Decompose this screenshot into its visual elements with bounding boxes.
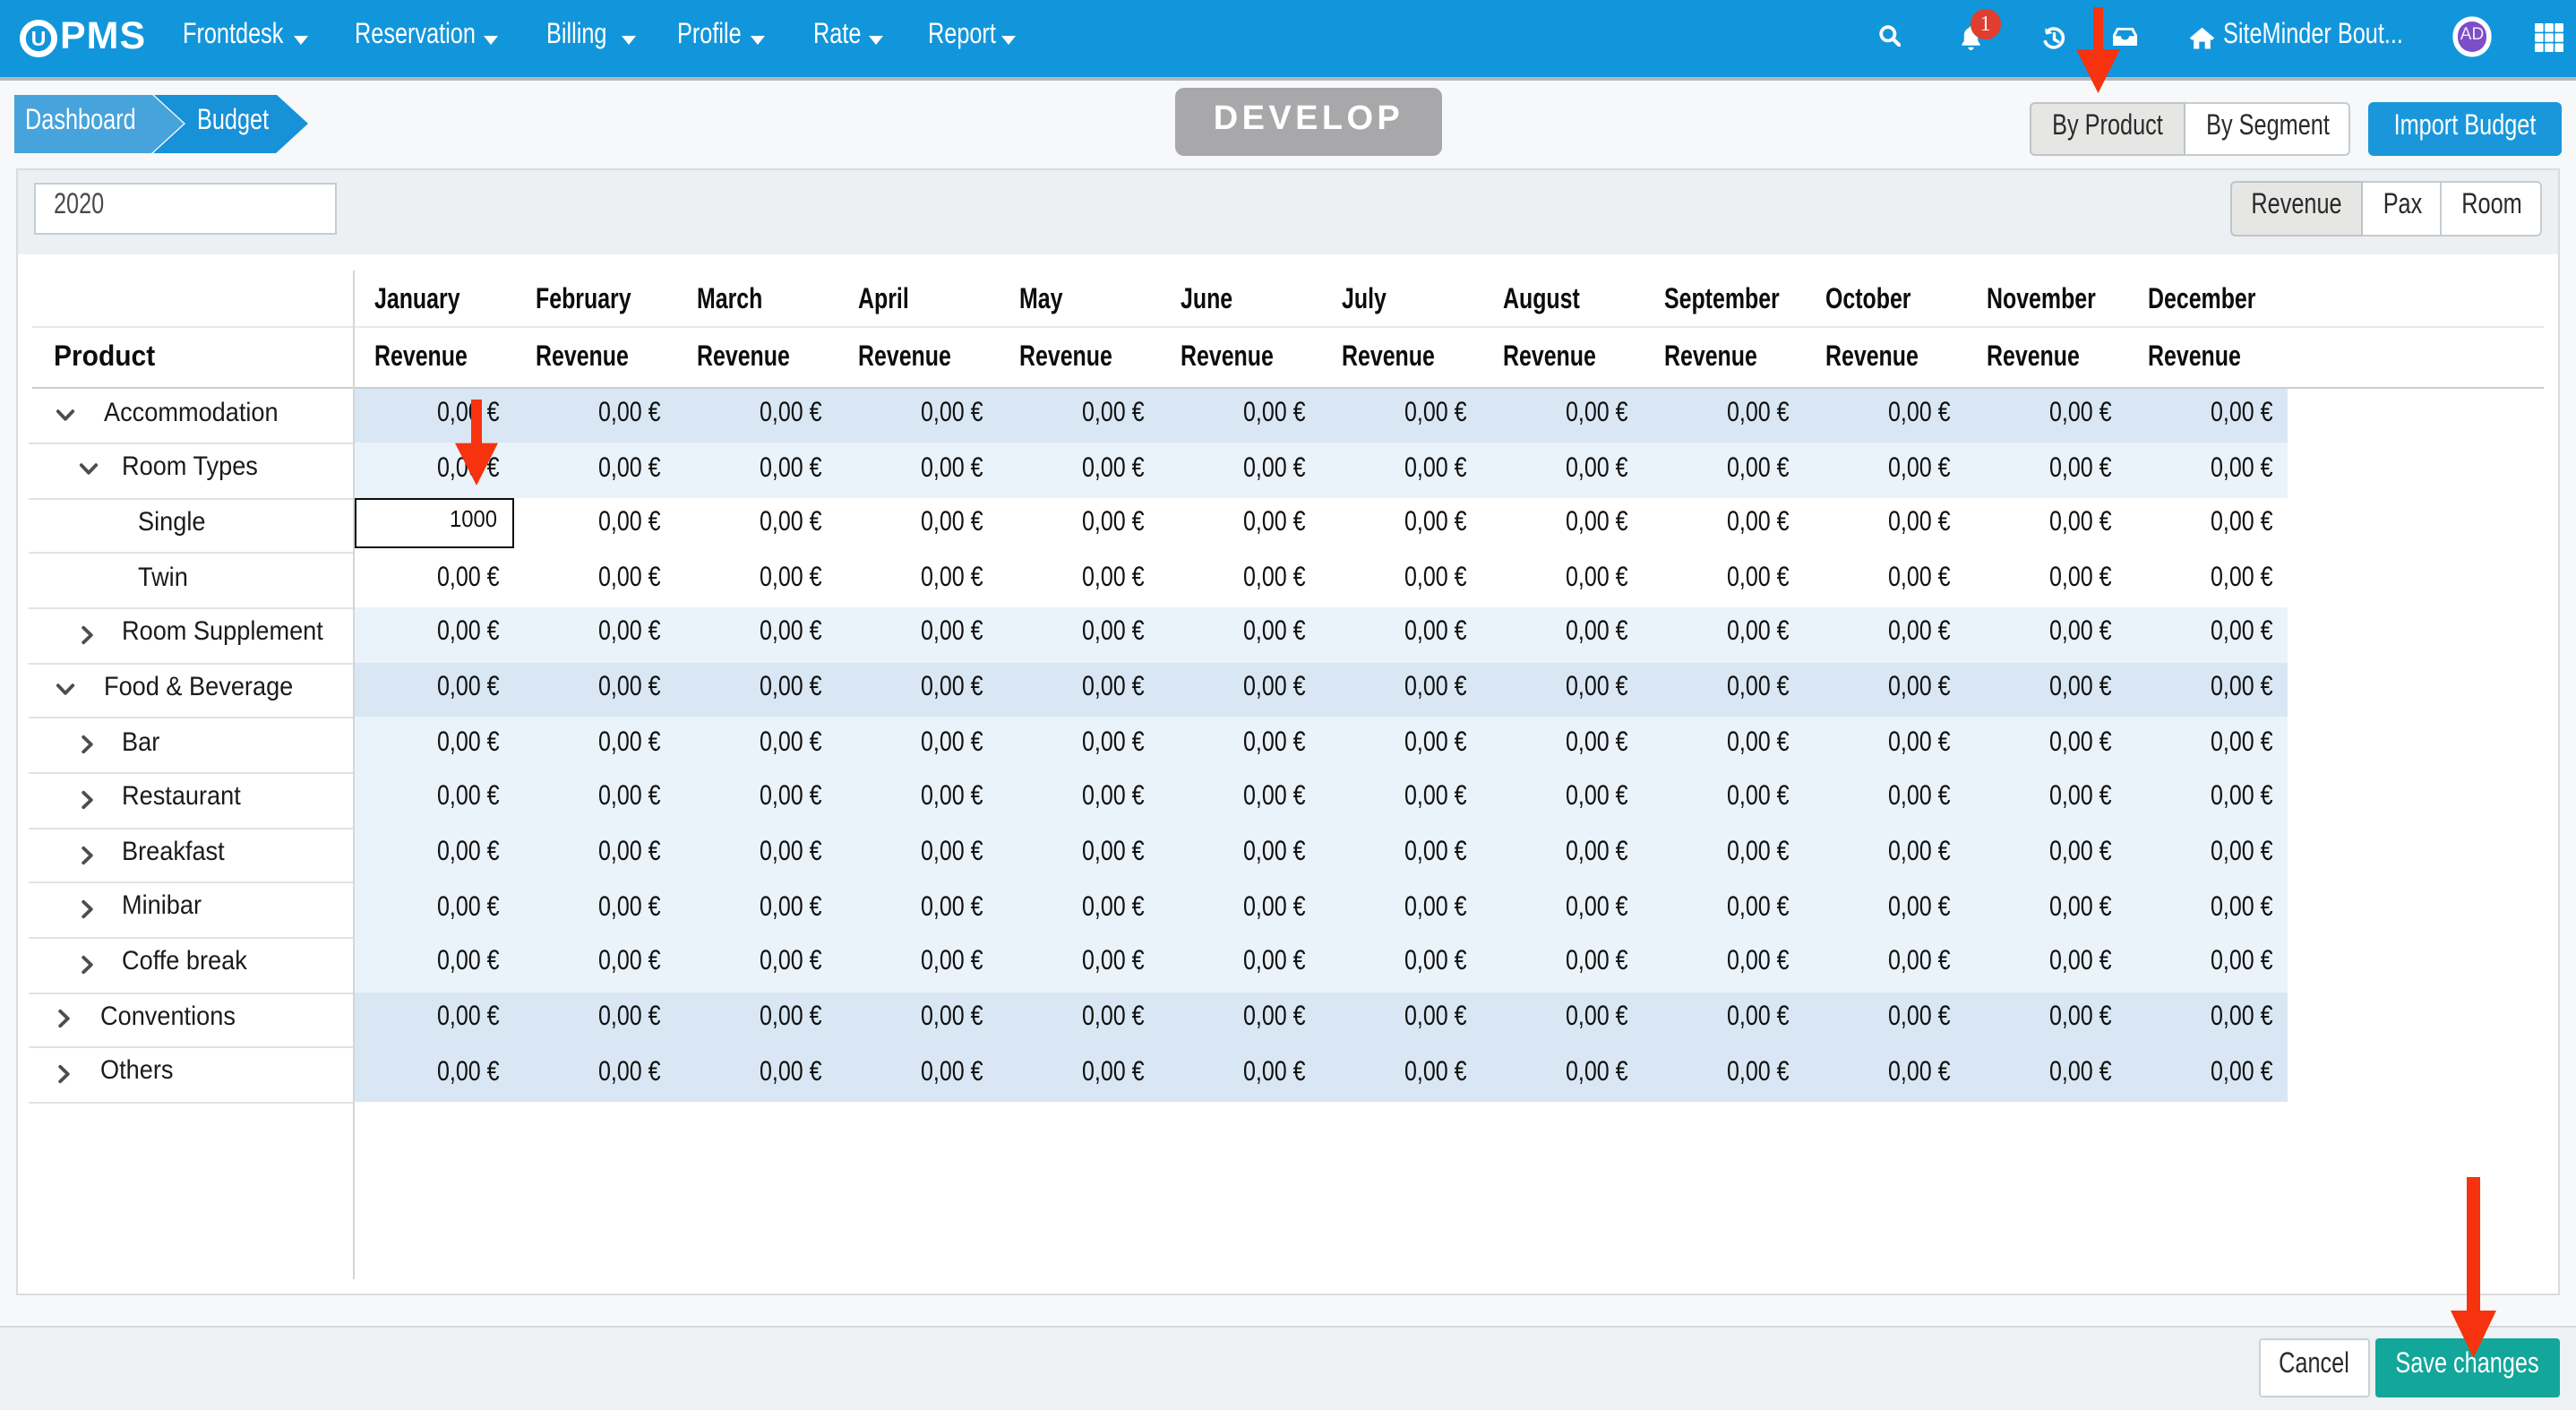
svg-text:U: U — [30, 27, 46, 50]
